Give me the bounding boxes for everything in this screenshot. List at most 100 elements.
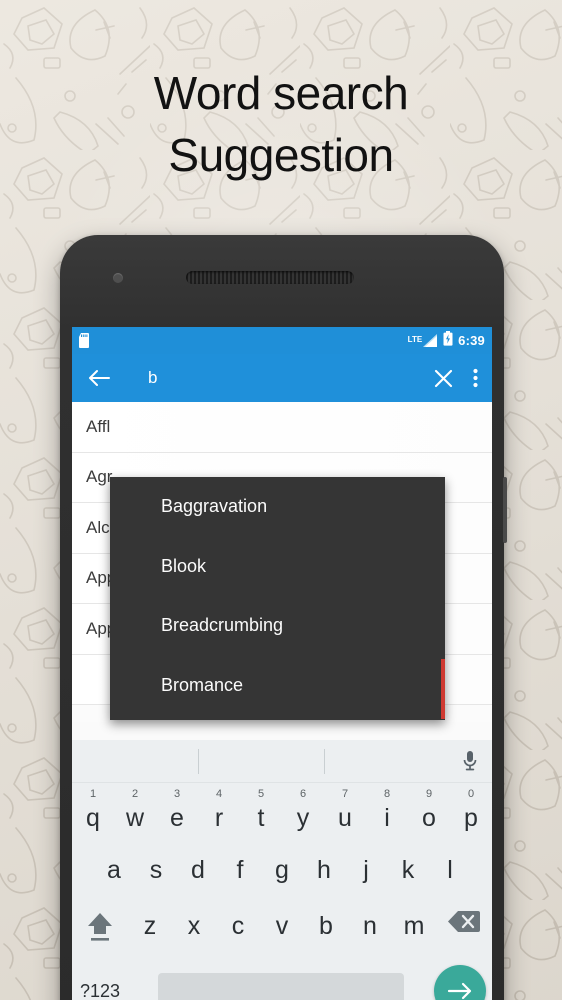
key-hint: 0 xyxy=(467,788,475,800)
power-button[interactable] xyxy=(503,477,507,543)
key-label: j xyxy=(363,856,369,884)
key-hint: 7 xyxy=(341,788,349,800)
key-label: c xyxy=(231,912,245,940)
key-x[interactable]: x xyxy=(172,909,216,943)
key-z[interactable]: z xyxy=(128,909,172,943)
phone-mockup: LTE 6:39 b Affl Agr Alc App App Baggrava… xyxy=(60,235,507,1000)
enter-key[interactable] xyxy=(434,965,486,1000)
key-m[interactable]: m xyxy=(392,909,436,943)
search-suggestion-dropdown: Baggravation Blook Breadcrumbing Bromanc… xyxy=(110,477,445,720)
key-label: r xyxy=(214,804,224,832)
signal-bars-icon: LTE xyxy=(407,333,439,348)
key-b[interactable]: b xyxy=(304,909,348,943)
key-hint: 8 xyxy=(383,788,391,800)
arrow-back-icon[interactable] xyxy=(88,369,110,387)
key-label: q xyxy=(86,804,100,832)
key-k[interactable]: k xyxy=(387,853,429,887)
key-label: h xyxy=(317,856,331,884)
search-toolbar: b xyxy=(72,354,492,402)
key-e[interactable]: 3 e xyxy=(156,787,198,835)
suggestion-item[interactable]: Baggravation xyxy=(110,477,445,537)
key-t[interactable]: 5 t xyxy=(240,787,282,835)
microphone-icon[interactable] xyxy=(462,750,478,777)
backspace-icon[interactable] xyxy=(436,909,492,934)
keyboard-row-asdf: a s d f g h j k l xyxy=(72,845,492,903)
key-hint: 3 xyxy=(173,788,181,800)
key-label: f xyxy=(236,856,244,884)
search-input[interactable]: b xyxy=(148,368,434,388)
key-label: z xyxy=(143,912,157,940)
key-hint: 4 xyxy=(215,788,223,800)
key-f[interactable]: f xyxy=(219,853,261,887)
strip-divider xyxy=(198,749,199,774)
key-i[interactable]: 8 i xyxy=(366,787,408,835)
key-v[interactable]: v xyxy=(260,909,304,943)
spacebar-key[interactable] xyxy=(158,973,404,1000)
phone-top-bezel xyxy=(60,235,504,327)
network-type-label: LTE xyxy=(407,334,423,344)
key-label: v xyxy=(275,912,289,940)
keyboard-row-qwerty: 1 q 2 w 3 e 4 r 5 t 6 y 7 u 8 i 9 o 0 p xyxy=(72,783,492,845)
key-l[interactable]: l xyxy=(429,853,471,887)
shift-icon[interactable] xyxy=(72,909,128,943)
suggestion-item[interactable]: Blook xyxy=(110,537,445,597)
key-a[interactable]: a xyxy=(93,853,135,887)
key-hint: 5 xyxy=(257,788,265,800)
key-u[interactable]: 7 u xyxy=(324,787,366,835)
status-icons: LTE 6:39 xyxy=(407,330,485,351)
word-list: Affl Agr Alc App App Baggravation Blook … xyxy=(72,402,492,722)
dropdown-scrollbar[interactable] xyxy=(441,659,445,719)
key-y[interactable]: 6 y xyxy=(282,787,324,835)
keyboard-row-bottom: ?123 xyxy=(72,961,492,1000)
front-camera-icon xyxy=(113,273,123,283)
promo-banner: Word search Suggestion LTE 6:39 b Affl A… xyxy=(0,0,562,1000)
clock-label: 6:39 xyxy=(458,333,485,348)
key-r[interactable]: 4 r xyxy=(198,787,240,835)
arrow-forward-icon xyxy=(447,982,472,1000)
key-label: b xyxy=(319,912,333,940)
key-label: e xyxy=(170,804,184,832)
key-hint: 9 xyxy=(425,788,433,800)
key-label: l xyxy=(447,856,453,884)
suggestion-item[interactable]: Breadcrumbing xyxy=(110,596,445,656)
sdcard-icon xyxy=(78,333,91,348)
key-h[interactable]: h xyxy=(303,853,345,887)
key-c[interactable]: c xyxy=(216,909,260,943)
key-label: m xyxy=(403,912,425,940)
key-hint: 1 xyxy=(89,788,97,800)
suggestion-item[interactable]: Bromance xyxy=(110,656,445,716)
key-hint: 2 xyxy=(131,788,139,800)
key-label: d xyxy=(191,856,205,884)
key-n[interactable]: n xyxy=(348,909,392,943)
key-label: u xyxy=(338,804,352,832)
suggestion-item[interactable]: Burkini or Burquini xyxy=(110,715,445,720)
key-label: o xyxy=(422,804,436,832)
keyboard-suggestion-strip xyxy=(72,740,492,783)
key-o[interactable]: 9 o xyxy=(408,787,450,835)
page-title: Word search Suggestion xyxy=(153,67,409,181)
key-p[interactable]: 0 p xyxy=(450,787,492,835)
key-s[interactable]: s xyxy=(135,853,177,887)
key-label: a xyxy=(107,856,121,884)
key-label: n xyxy=(363,912,377,940)
key-hint: 6 xyxy=(299,788,307,800)
more-vert-icon[interactable] xyxy=(473,368,478,388)
status-bar: LTE 6:39 xyxy=(72,327,492,354)
key-g[interactable]: g xyxy=(261,853,303,887)
close-icon[interactable] xyxy=(434,369,453,388)
key-label: s xyxy=(149,856,163,884)
symbols-key[interactable]: ?123 xyxy=(72,981,128,1000)
key-label: k xyxy=(401,856,415,884)
key-q[interactable]: 1 q xyxy=(72,787,114,835)
key-d[interactable]: d xyxy=(177,853,219,887)
list-item[interactable]: Affl xyxy=(72,402,492,453)
key-w[interactable]: 2 w xyxy=(114,787,156,835)
key-label: i xyxy=(384,804,390,832)
key-label: t xyxy=(257,804,265,832)
key-label: g xyxy=(275,856,289,884)
phone-screen: LTE 6:39 b Affl Agr Alc App App Baggrava… xyxy=(72,327,492,1000)
key-j[interactable]: j xyxy=(345,853,387,887)
keyboard-row-zxcv: z x c v b n m xyxy=(72,903,492,961)
key-label: p xyxy=(464,804,478,832)
key-label: x xyxy=(187,912,201,940)
